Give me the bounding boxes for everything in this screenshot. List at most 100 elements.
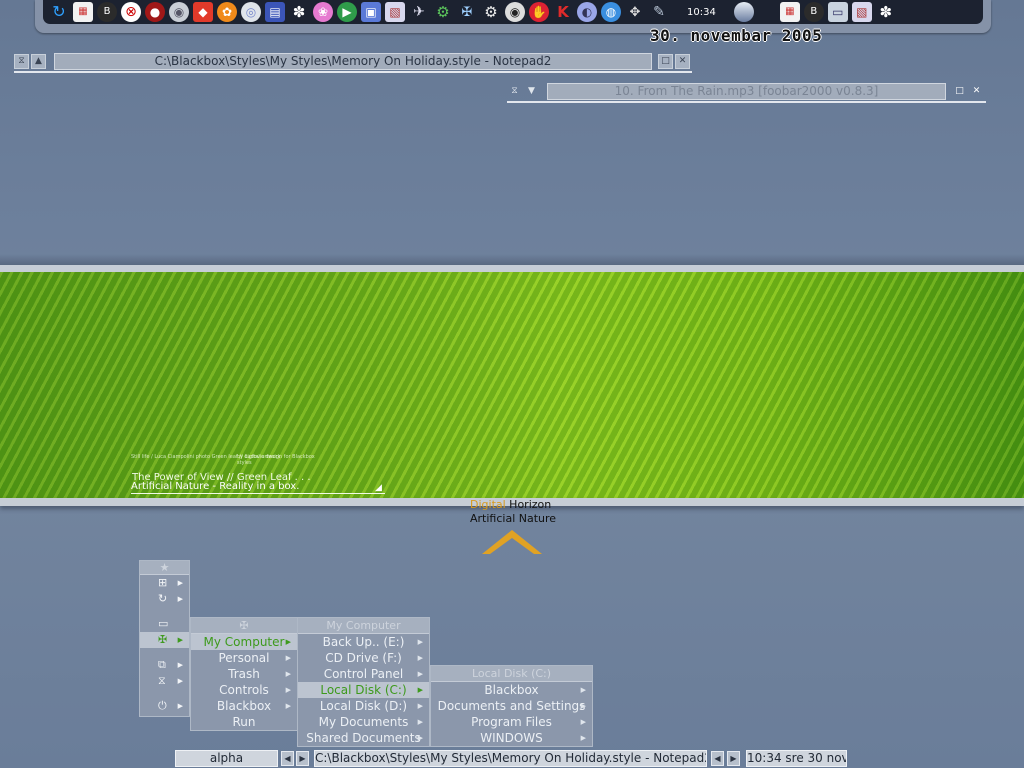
root-item-refresh[interactable]: ↻ ▶: [140, 591, 189, 607]
gear-icon[interactable]: ⚙: [433, 2, 453, 22]
menu-item-cd-drive[interactable]: CD Drive (F:) ▶: [298, 650, 429, 666]
hourglass-icon[interactable]: ⧖: [14, 53, 29, 69]
window-next-button[interactable]: ▶: [727, 751, 740, 766]
chevron-right-icon: ▶: [417, 638, 423, 646]
tools-icon: ✠: [158, 633, 168, 646]
chevron-down-icon[interactable]: ▼: [524, 84, 539, 99]
maximize-button[interactable]: □: [952, 84, 967, 99]
notepad-icon[interactable]: ▤: [265, 2, 285, 22]
menu-item-trash[interactable]: Trash ▶: [191, 666, 297, 682]
menu-item-run[interactable]: Run: [191, 714, 297, 730]
menu-item-windows-folder[interactable]: WINDOWS ▶: [431, 730, 592, 746]
hourglass-icon[interactable]: ⧖: [507, 84, 522, 99]
menu-separator: [140, 689, 189, 698]
logo-word-digital: Digital: [470, 498, 506, 511]
notepad2-window-title[interactable]: C:\Blackbox\Styles\My Styles\Memory On H…: [54, 52, 652, 70]
eye-icon[interactable]: ◉: [505, 2, 525, 22]
logo-subtitle: Artificial Nature: [470, 512, 557, 525]
cd-icon[interactable]: ◎: [241, 2, 261, 22]
root-menu: ★ ⊞ ▶ ↻ ▶ ▭ ✠ ▶ ⧉ ▶ ⧖ ▶ ⏻ ▶: [139, 560, 190, 717]
k-icon[interactable]: K: [553, 2, 573, 22]
taskbar: alpha ◀ ▶ C:\Blackbox\Styles\My Styles\M…: [0, 749, 1024, 768]
current-window-label[interactable]: C:\Blackbox\Styles\My Styles\Memory On H…: [314, 750, 707, 767]
menu-item-label: Blackbox: [216, 699, 272, 713]
menu-item-controls[interactable]: Controls ▶: [191, 682, 297, 698]
menu-item-my-documents[interactable]: My Documents ▶: [298, 714, 429, 730]
flower-icon[interactable]: ✽: [876, 2, 896, 22]
menu-item-blackbox-folder[interactable]: Blackbox ▶: [431, 682, 592, 698]
chevron-right-icon: ▶: [285, 654, 291, 662]
menu-item-backup-drive[interactable]: Back Up.. (E:) ▶: [298, 634, 429, 650]
workspace-prev-button[interactable]: ◀: [281, 751, 294, 766]
paint-icon[interactable]: ❀: [313, 2, 333, 22]
wrench-icon[interactable]: ✎: [649, 2, 669, 22]
red-circle-icon[interactable]: ●: [145, 2, 165, 22]
windows-icon[interactable]: ▭: [827, 2, 848, 22]
lifesaver-icon[interactable]: ⊗: [121, 2, 141, 22]
shade-button[interactable]: ▲: [31, 53, 46, 69]
menu-item-documents-and-settings[interactable]: Documents and Settings ▶: [431, 698, 592, 714]
disc-icon[interactable]: ◐: [577, 2, 597, 22]
blackbox-b-icon[interactable]: B: [803, 2, 824, 22]
drive-icon[interactable]: ◉: [169, 2, 189, 22]
root-item-config[interactable]: ⧖ ▶: [140, 673, 189, 689]
tools-menu-header: ✠: [191, 618, 297, 634]
menu-item-blackbox[interactable]: Blackbox ▶: [191, 698, 297, 714]
satellite-icon[interactable]: ✈: [409, 2, 429, 22]
chevron-right-icon: ▶: [417, 718, 423, 726]
menu-item-label: My Documents: [318, 715, 409, 729]
globe-icon[interactable]: ◍: [601, 2, 621, 22]
chevron-right-icon: ▶: [580, 718, 586, 726]
favorites-icon: ★: [159, 561, 170, 574]
menu-item-my-computer[interactable]: My Computer ▶: [191, 634, 297, 650]
menu-item-control-panel[interactable]: Control Panel ▶: [298, 666, 429, 682]
media-player-icon[interactable]: ▶: [337, 2, 357, 22]
green-leaf-wallpaper: [0, 272, 1024, 498]
gift-icon[interactable]: ▦: [779, 2, 800, 22]
blackbox-b-icon[interactable]: B: [97, 2, 117, 22]
red-diamond-icon[interactable]: ◆: [193, 2, 213, 22]
gift-icon[interactable]: ▦: [73, 2, 93, 22]
root-item-windows[interactable]: ⊞ ▶: [140, 575, 189, 591]
fruityloops-icon[interactable]: ✿: [217, 2, 237, 22]
menu-item-local-disk-c[interactable]: Local Disk (C:) ▶: [298, 682, 429, 698]
maximize-button[interactable]: □: [658, 53, 673, 69]
foobar-window-title[interactable]: 10. From The Rain.mp3 [foobar2000 v0.8.3…: [547, 82, 946, 100]
menu-item-label: Personal: [218, 651, 270, 665]
close-button[interactable]: ✕: [675, 53, 690, 69]
foobar-window-bar[interactable]: ⧖ ▼ 10. From The Rain.mp3 [foobar2000 v0…: [507, 81, 986, 103]
chevron-right-icon: ▶: [177, 636, 183, 644]
flower-icon[interactable]: ✽: [289, 2, 309, 22]
network-icon[interactable]: ✥: [625, 2, 645, 22]
workspace-next-button[interactable]: ▶: [296, 751, 309, 766]
screenshot-icon[interactable]: ▧: [385, 2, 405, 22]
menu-item-label: CD Drive (F:): [325, 651, 402, 665]
menu-item-personal[interactable]: Personal ▶: [191, 650, 297, 666]
windows-grid-icon: ⊞: [158, 576, 168, 589]
root-item-shutdown[interactable]: ⏻ ▶: [140, 698, 189, 714]
refresh-icon[interactable]: ↻: [49, 2, 69, 22]
taskbar-clock: 10:34 sre 30 nov: [746, 750, 847, 767]
chevron-right-icon: ▶: [285, 638, 291, 646]
tools-icon[interactable]: ✠: [457, 2, 477, 22]
chevron-right-icon: ▶: [285, 702, 291, 710]
window-prev-button[interactable]: ◀: [711, 751, 724, 766]
screenshot-icon[interactable]: ▧: [851, 2, 872, 22]
root-item-workspaces[interactable]: ⧉ ▶: [140, 657, 189, 673]
close-button[interactable]: ✕: [969, 84, 984, 99]
root-item-folder[interactable]: ▭: [140, 616, 189, 632]
workspace-label[interactable]: alpha: [175, 750, 278, 767]
settings-gear-icon[interactable]: ⚙: [481, 2, 501, 22]
menu-item-local-disk-d[interactable]: Local Disk (D:) ▶: [298, 698, 429, 714]
menu-item-label: Local Disk (C:): [320, 683, 407, 697]
tools-icon: ✠: [239, 619, 249, 632]
chevron-right-icon: ▶: [580, 734, 586, 742]
hand-icon[interactable]: ✋: [529, 2, 549, 22]
root-item-tools[interactable]: ✠ ▶: [140, 632, 189, 648]
menu-item-shared-documents[interactable]: Shared Documents ▶: [298, 730, 429, 746]
local-disk-c-menu: Local Disk (C:) Blackbox ▶ Documents and …: [430, 665, 593, 747]
notepad2-window-bar[interactable]: ⧖ ▲ C:\Blackbox\Styles\My Styles\Memory …: [14, 51, 692, 73]
blackbox-orb-icon[interactable]: [733, 2, 754, 22]
menu-item-program-files[interactable]: Program Files ▶: [431, 714, 592, 730]
monitor-icon[interactable]: ▣: [361, 2, 381, 22]
